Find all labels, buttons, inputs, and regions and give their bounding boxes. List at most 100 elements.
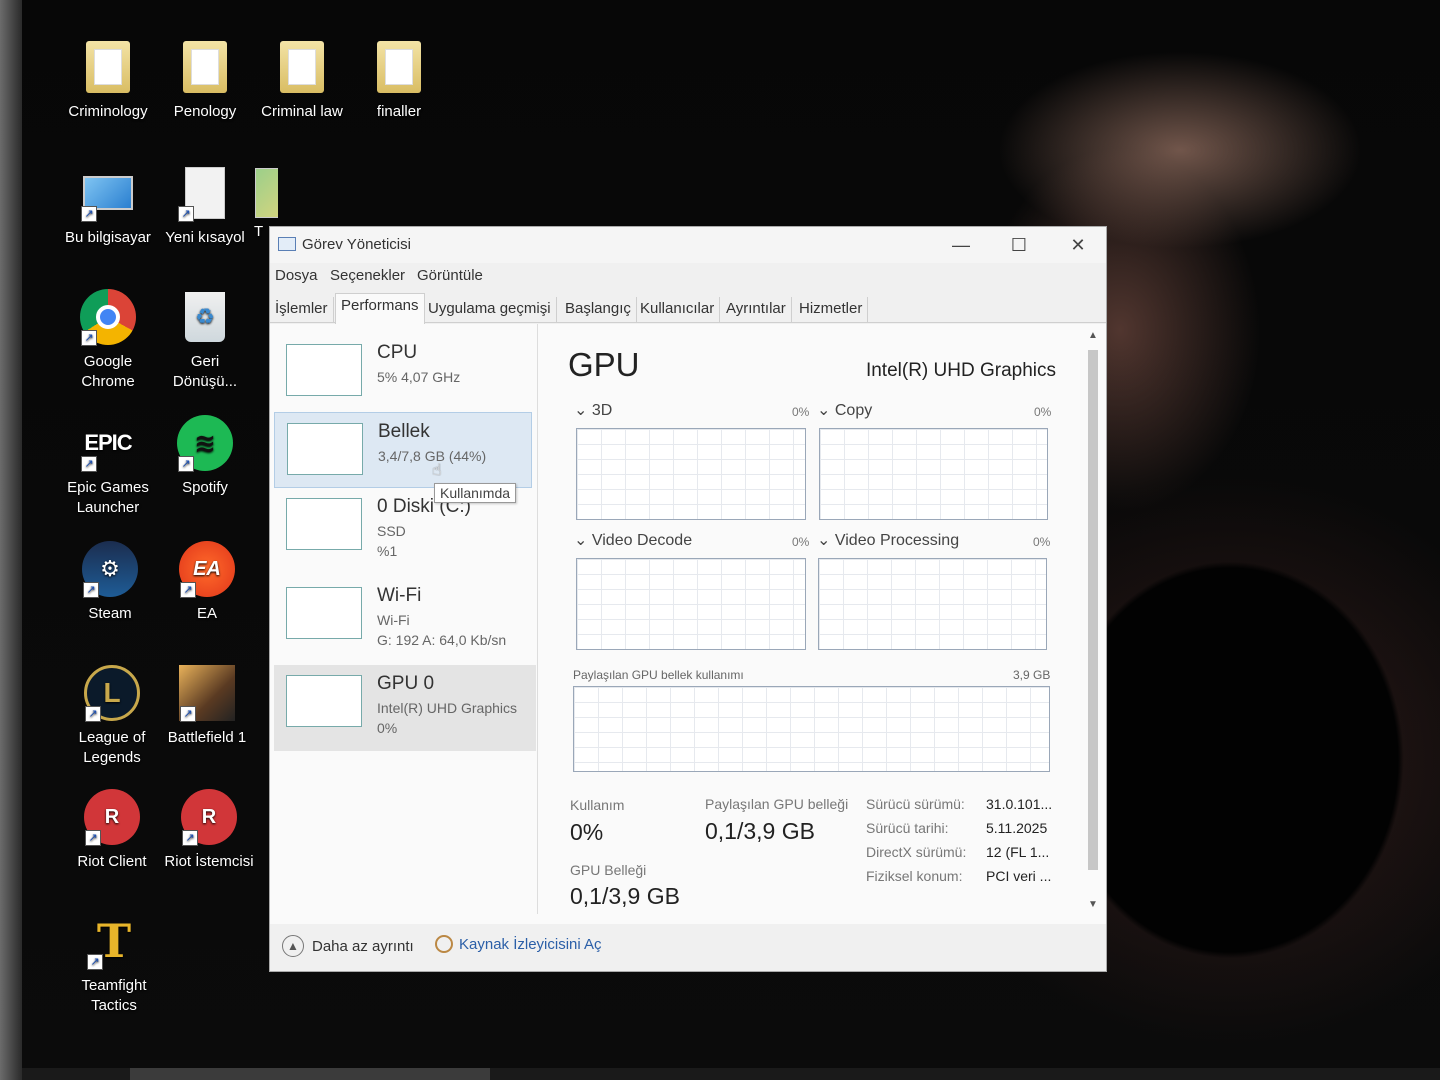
desktop-icon-this-pc[interactable]: ↗ Bu bilgisayar <box>60 164 156 248</box>
graph-shared-memory <box>573 686 1050 772</box>
shortcut-arrow-icon: ↗ <box>182 830 198 846</box>
directx-version-value: 12 (FL 1... <box>986 844 1050 860</box>
desktop-icon-league-of-legends[interactable]: L ↗ League of Legends <box>64 664 160 768</box>
desktop-icon-steam[interactable]: ⚙ ↗ Steam <box>62 540 158 624</box>
desktop-icon-new-shortcut[interactable]: ↗ Yeni kısayol <box>157 164 253 248</box>
desktop-screen: Criminology Penology Criminal law finall… <box>0 0 1440 1080</box>
desktop-icon-battlefield-1[interactable]: ↗ Battlefield 1 <box>159 664 255 748</box>
directx-version-label: DirectX sürümü: <box>866 844 967 860</box>
engine-label-video-processing[interactable]: ⌄ Video Processing <box>817 530 959 550</box>
recycle-bin-icon: ♻ <box>176 288 234 346</box>
tab-kullanicilar[interactable]: Kullanıcılar <box>635 297 721 323</box>
resource-wifi[interactable]: Wi-Fi Wi-Fi G: 192 A: 64,0 Kb/sn <box>274 577 532 653</box>
usage-label: Kullanım <box>570 797 625 813</box>
desktop-icon-teamfight-tactics[interactable]: T ↗ Teamfight Tactics <box>66 912 162 1016</box>
desktop-icon-riot-client[interactable]: R ↗ Riot Client <box>64 788 160 872</box>
icon-label: Steam <box>88 605 132 622</box>
fewer-details-button[interactable]: ▲ Daha az ayrıntı <box>282 935 414 957</box>
engine-name: Video Processing <box>834 532 960 549</box>
window-title: Görev Yöneticisi <box>302 236 411 253</box>
scrollbar-thumb[interactable] <box>1088 350 1098 870</box>
engine-name: Copy <box>834 402 873 419</box>
task-manager-window: Görev Yöneticisi — ☐ ✕ Dosya Seçenekler … <box>269 226 1107 972</box>
icon-label: Spotify <box>182 479 228 496</box>
icon-label: Battlefield 1 <box>167 729 247 746</box>
icon-label: Google Chrome <box>81 353 135 390</box>
shortcut-arrow-icon: ↗ <box>87 954 103 970</box>
shortcut-arrow-icon: ↗ <box>85 706 101 722</box>
scroll-down-icon[interactable]: ▼ <box>1088 899 1098 910</box>
icon-label: Penology <box>173 103 237 120</box>
desktop-icon-criminal-law[interactable]: Criminal law <box>254 38 350 122</box>
resource-cpu[interactable]: CPU 5% 4,07 GHz <box>274 334 532 410</box>
task-manager-icon <box>278 237 296 251</box>
desktop-icon-spotify[interactable]: ≋ ↗ Spotify <box>157 414 253 498</box>
desktop-icon-penology[interactable]: Penology <box>157 38 253 122</box>
desktop-icon-riot-istemcisi[interactable]: R ↗ Riot İstemcisi <box>161 788 257 872</box>
tab-performans[interactable]: Performans <box>335 293 425 324</box>
graph-video-processing <box>818 558 1047 650</box>
scroll-up-icon[interactable]: ▲ <box>1088 330 1098 341</box>
spotify-icon: ≋ ↗ <box>176 414 234 472</box>
league-icon: L ↗ <box>83 664 141 722</box>
usage-value: 0% <box>570 819 604 845</box>
menu-secenekler[interactable]: Seçenekler <box>330 267 405 284</box>
tab-hizmetler[interactable]: Hizmetler <box>794 297 869 323</box>
vertical-scrollbar[interactable]: ▲ ▼ <box>1086 330 1100 910</box>
riot-icon: R ↗ <box>180 788 238 846</box>
icon-label: Epic Games Launcher <box>67 479 149 516</box>
desktop-icon-recycle-bin[interactable]: ♻ Geri Dönüşü... <box>157 288 253 392</box>
tab-bar: İşlemler Performans Uygulama geçmişi Baş… <box>270 293 1106 324</box>
icon-label: Criminology <box>68 103 148 120</box>
minimize-button[interactable]: — <box>946 235 976 256</box>
chrome-icon: ↗ <box>79 288 137 346</box>
tab-baslangic[interactable]: Başlangıç <box>560 297 637 323</box>
resource-detail: 5% 4,07 GHz <box>377 369 461 385</box>
graph-copy <box>819 428 1048 520</box>
engine-label-video-decode[interactable]: ⌄ Video Decode <box>574 530 692 550</box>
resource-detail: G: 192 A: 64,0 Kb/sn <box>377 632 507 648</box>
resource-monitor-icon <box>435 935 453 953</box>
desktop-icon-epic-games[interactable]: EPIC ↗ Epic Games Launcher <box>60 414 156 518</box>
disk-thumbnail-graph <box>286 498 362 550</box>
icon-label: Criminal law <box>261 103 343 120</box>
engine-label-3d[interactable]: ⌄ 3D <box>574 400 612 420</box>
desktop-icon-google-chrome[interactable]: ↗ Google Chrome <box>60 288 156 392</box>
resource-gpu[interactable]: GPU 0 Intel(R) UHD Graphics 0% <box>274 665 536 751</box>
desktop-icon-criminology[interactable]: Criminology <box>60 38 156 122</box>
physical-location-label: Fiziksel konum: <box>866 868 963 884</box>
close-button[interactable]: ✕ <box>1063 235 1093 256</box>
resource-list: CPU 5% 4,07 GHz Bellek 3,4/7,8 GB (44%) … <box>270 324 538 914</box>
gpu-memory-label: GPU Belleği <box>570 862 647 878</box>
menu-dosya[interactable]: Dosya <box>275 267 318 284</box>
window-footer: ▲ Daha az ayrıntı Kaynak İzleyicisini Aç <box>270 927 1106 967</box>
tab-islemler[interactable]: İşlemler <box>270 297 334 323</box>
maximize-button[interactable]: ☐ <box>1004 235 1034 256</box>
epic-games-icon: EPIC ↗ <box>79 414 137 472</box>
resource-memory[interactable]: Bellek 3,4/7,8 GB (44%) <box>274 412 532 488</box>
engine-pct: 0% <box>1034 405 1052 419</box>
shortcut-arrow-icon: ↗ <box>81 330 97 346</box>
engine-label-copy[interactable]: ⌄ Copy <box>817 400 872 420</box>
icon-label: finaller <box>376 103 422 120</box>
desktop-icon-ea[interactable]: EA ↗ EA <box>159 540 255 624</box>
icon-label: Geri Dönüşü... <box>172 353 238 390</box>
steam-icon: ⚙ ↗ <box>81 540 139 598</box>
open-resource-monitor-link[interactable]: Kaynak İzleyicisini Aç <box>435 935 602 953</box>
shared-memory-label: Paylaşılan GPU bellek kullanımı <box>573 668 744 682</box>
tab-ayrintilar[interactable]: Ayrıntılar <box>721 297 792 323</box>
tab-uygulama-gecmisi[interactable]: Uygulama geçmişi <box>423 297 557 323</box>
desktop-icon-finaller[interactable]: finaller <box>351 38 447 122</box>
shortcut-arrow-icon: ↗ <box>85 830 101 846</box>
physical-location-value: PCI veri ... <box>986 868 1052 884</box>
icon-label: Riot Client <box>77 853 147 870</box>
driver-version-label: Sürücü sürümü: <box>866 796 965 812</box>
hand-cursor-icon: ☝ <box>432 462 442 479</box>
icon-label: EA <box>196 605 217 622</box>
title-bar[interactable]: Görev Yöneticisi — ☐ ✕ <box>270 227 1106 263</box>
taskbar-search-box[interactable] <box>130 1068 490 1080</box>
gpu-detail-pane: GPU Intel(R) UHD Graphics ⌄ 3D 0% ⌄ Copy… <box>538 324 1086 914</box>
menu-goruntule[interactable]: Görüntüle <box>417 267 483 284</box>
engine-pct: 0% <box>1033 535 1051 549</box>
resource-detail: Wi-Fi <box>377 612 410 628</box>
